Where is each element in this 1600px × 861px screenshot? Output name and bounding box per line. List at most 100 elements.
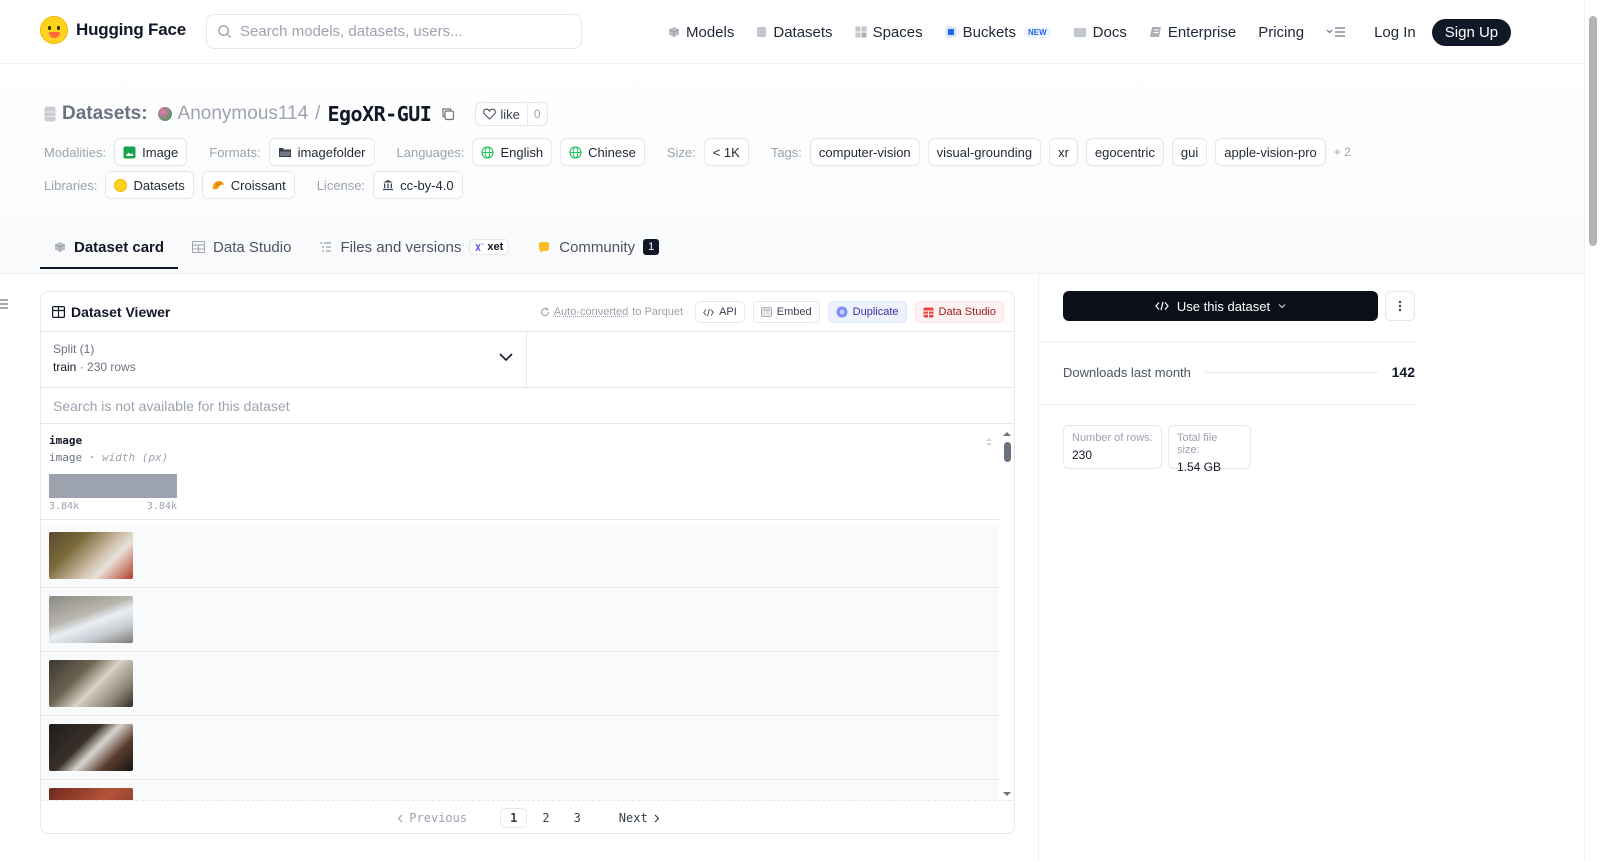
downloads-sparkline	[1204, 371, 1378, 373]
language-label: English	[500, 144, 544, 160]
viewer-title: Dataset Viewer	[52, 304, 170, 320]
tab-dataset-card[interactable]: Dataset card	[40, 226, 179, 269]
image-thumbnail[interactable]	[49, 532, 133, 579]
tag-chip[interactable]: gui	[1171, 138, 1208, 166]
image-thumbnail[interactable]	[49, 660, 133, 707]
table-row[interactable]	[41, 780, 999, 800]
search-input[interactable]	[240, 23, 560, 40]
dataset-viewer: Dataset Viewer Auto-converted to Parquet…	[40, 291, 1015, 834]
nav-models[interactable]: Models	[668, 24, 734, 41]
modality-label: Image	[142, 144, 179, 160]
enterprise-icon	[1149, 27, 1161, 37]
xet-badge: xet	[469, 239, 510, 255]
signup-button[interactable]: Sign Up	[1431, 18, 1512, 46]
more-tags-link[interactable]: + 2	[1334, 145, 1351, 159]
formats-key: Formats:	[209, 144, 261, 160]
split-selector[interactable]: Split (1) train · 230 rows	[41, 332, 527, 387]
tab-files-and-versions[interactable]: Files and versions xet	[305, 226, 523, 268]
repo-title: Datasets: Anonymous114 / EgoXR-GUI like …	[44, 101, 548, 127]
repo-name[interactable]: EgoXR-GUI	[327, 102, 431, 126]
tag-chip[interactable]: xr	[1049, 138, 1078, 166]
nav-buckets[interactable]: Buckets NEW	[945, 24, 1051, 41]
menu-icon	[1326, 27, 1346, 37]
table-row[interactable]	[41, 588, 999, 652]
embed-button[interactable]: Embed	[752, 301, 820, 323]
library-label: Datasets	[133, 177, 185, 193]
table-of-contents-icon[interactable]	[0, 298, 10, 310]
size-chip[interactable]: < 1K	[703, 138, 749, 166]
embed-icon	[760, 307, 772, 317]
sort-icon[interactable]	[985, 436, 993, 448]
tab-label: Files and versions	[340, 238, 462, 256]
scrollbar-thumb[interactable]	[1004, 442, 1011, 462]
tag-chip[interactable]: visual-grounding	[927, 138, 1042, 166]
nav-enterprise[interactable]: Enterprise	[1149, 24, 1236, 41]
tag-chip[interactable]: egocentric	[1085, 138, 1164, 166]
book-icon	[1073, 28, 1086, 38]
library-chip-croissant[interactable]: Croissant	[201, 171, 295, 199]
nav-models-label: Models	[686, 23, 735, 41]
owner-link[interactable]: Anonymous114	[178, 103, 309, 125]
nav-datasets-label: Datasets	[773, 23, 833, 41]
page-1-button[interactable]: 1	[500, 808, 528, 828]
xet-label: xet	[487, 241, 504, 253]
use-this-dataset-button[interactable]: Use this dataset	[1063, 291, 1378, 321]
library-chip-datasets[interactable]: Datasets	[105, 171, 194, 199]
column-header-image[interactable]: image image · width (px) 3.84k 3.84k	[41, 424, 999, 520]
api-button[interactable]: API	[695, 301, 745, 323]
copy-icon[interactable]	[441, 107, 455, 121]
page-3-button[interactable]: 3	[565, 809, 590, 827]
scroll-down-icon[interactable]	[1001, 790, 1013, 798]
language-chip-english[interactable]: English	[472, 138, 553, 166]
global-search[interactable]	[206, 14, 582, 49]
files-icon	[320, 242, 332, 252]
histogram-bar[interactable]	[49, 474, 177, 498]
modalities-key: Modalities:	[44, 144, 107, 160]
top-navigation: Hugging Face Models Datasets Spaces Buck…	[0, 0, 1584, 64]
license-chip[interactable]: cc-by-4.0	[373, 171, 463, 199]
page-scrollbar-thumb[interactable]	[1589, 16, 1597, 246]
page-scrollbar[interactable]	[1584, 0, 1600, 861]
table-row[interactable]	[41, 524, 999, 588]
page-2-button[interactable]: 2	[533, 809, 558, 827]
like-toggle[interactable]: like	[476, 103, 528, 125]
format-chip[interactable]: imagefolder	[268, 138, 375, 166]
table-row[interactable]	[41, 716, 999, 780]
size-label: < 1K	[712, 144, 740, 160]
size-label: Total file size:	[1177, 432, 1218, 456]
tab-community[interactable]: Community 1	[523, 226, 673, 268]
chevron-right-icon	[654, 814, 660, 822]
table-icon	[923, 307, 934, 317]
tab-data-studio[interactable]: Data Studio	[178, 226, 305, 268]
data-studio-button[interactable]: Data Studio	[914, 301, 1004, 323]
auto-converted-link[interactable]: Auto-converted	[554, 306, 629, 318]
previous-page-button[interactable]: Previous	[388, 809, 476, 827]
duplicate-button[interactable]: Duplicate	[827, 301, 907, 323]
column-type-name: image	[49, 451, 83, 464]
login-link[interactable]: Log In	[1374, 24, 1416, 41]
nav-docs[interactable]: Docs	[1073, 24, 1127, 41]
repo-tabs: Dataset card Data Studio Files and versi…	[40, 226, 673, 269]
language-chip-chinese[interactable]: Chinese	[560, 138, 645, 166]
nav-pricing[interactable]: Pricing	[1258, 24, 1304, 41]
split-value: train · 230 rows	[53, 360, 514, 374]
image-thumbnail[interactable]	[49, 596, 133, 643]
image-thumbnail[interactable]	[49, 788, 133, 800]
modality-chip[interactable]: Image	[114, 138, 188, 166]
next-page-button[interactable]: Next	[610, 809, 669, 827]
scroll-up-icon[interactable]	[1001, 430, 1013, 438]
table-row[interactable]	[41, 652, 999, 716]
image-thumbnail[interactable]	[49, 724, 133, 771]
brand-logo[interactable]: Hugging Face	[40, 16, 186, 44]
more-options-button[interactable]	[1385, 291, 1415, 321]
nav-spaces[interactable]: Spaces	[855, 24, 923, 41]
nav-datasets[interactable]: Datasets	[756, 23, 833, 41]
size-stat-card: Total file size: 1.54 GB	[1168, 425, 1251, 474]
tag-chip[interactable]: computer-vision	[809, 138, 920, 166]
like-button[interactable]: like 0	[475, 102, 548, 126]
downloads-value: 142	[1391, 364, 1415, 380]
viewer-scrollbar[interactable]	[1001, 428, 1013, 800]
more-menu-button[interactable]	[1326, 26, 1346, 38]
tag-chip[interactable]: apple-vision-pro	[1215, 138, 1326, 166]
like-count: 0	[533, 107, 541, 121]
